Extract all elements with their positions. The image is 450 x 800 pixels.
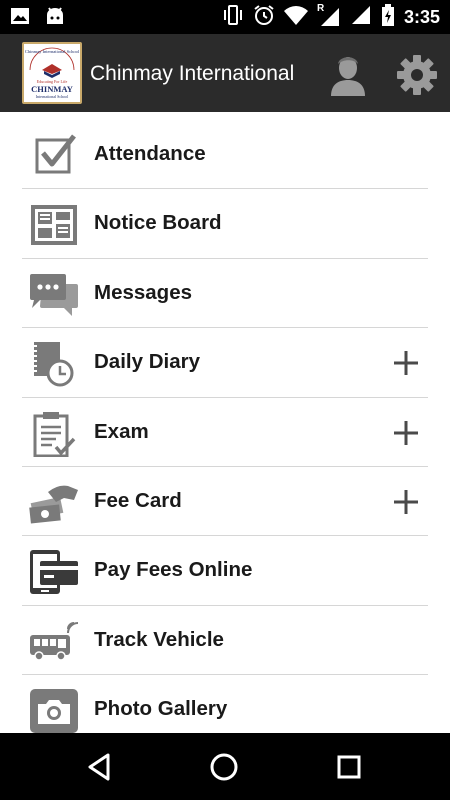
navigation-bar	[0, 733, 450, 800]
image-icon	[10, 6, 30, 31]
menu-item-label: Messages	[94, 280, 193, 304]
roaming-signal-icon: R	[316, 3, 341, 28]
roaming-indicator: R	[316, 3, 325, 14]
plus-icon	[394, 489, 418, 514]
signal-icon	[350, 4, 372, 31]
cash-hand-icon	[28, 480, 80, 526]
wifi-icon	[283, 5, 308, 30]
menu-item-attendance[interactable]: Attendance	[22, 120, 428, 190]
gear-icon	[397, 55, 437, 95]
menu-item-label: Fee Card	[94, 488, 182, 512]
user-profile-icon	[331, 57, 365, 96]
settings-button[interactable]	[392, 50, 442, 100]
menu-item-notice-board[interactable]: Notice Board	[22, 189, 428, 259]
app-bar: Chinmay International School Educating F…	[0, 34, 450, 112]
back-triangle-icon	[88, 753, 110, 781]
phone-card-icon	[28, 549, 80, 595]
back-button[interactable]	[82, 749, 118, 785]
menu-item-label: Daily Diary	[94, 350, 200, 374]
menu-item-fee-card[interactable]: Fee Card	[22, 467, 428, 537]
menu-item-label: Attendance	[94, 142, 206, 165]
menu-item-label: Exam	[94, 419, 149, 443]
expand-exam-button[interactable]	[392, 419, 420, 447]
expand-daily-diary-button[interactable]	[392, 349, 420, 377]
expand-fee-card-button[interactable]	[392, 488, 420, 516]
battery-charging-icon	[381, 3, 395, 31]
menu-item-track-vehicle[interactable]: Track Vehicle	[22, 606, 428, 676]
menu-item-messages[interactable]: Messages	[22, 259, 428, 329]
status-bar-right: R 3:35	[222, 3, 440, 31]
bus-signal-icon	[28, 619, 80, 665]
svg-text:International School: International School	[36, 94, 69, 99]
diary-clock-icon	[28, 341, 80, 387]
status-bar-left	[10, 6, 66, 31]
recents-square-icon	[337, 755, 361, 779]
school-logo-graphic: Chinmay International School Educating F…	[25, 47, 80, 99]
menu-item-pay-fees-online[interactable]: Pay Fees Online	[22, 536, 428, 606]
main-menu: Attendance Notice Board Messages Daily D…	[22, 120, 428, 745]
menu-item-label: Photo Gallery	[94, 697, 228, 721]
profile-button[interactable]	[323, 50, 373, 100]
status-bar: R 3:35	[0, 0, 450, 34]
menu-item-label: Pay Fees Online	[94, 558, 253, 582]
menu-item-label: Notice Board	[94, 211, 222, 235]
recents-button[interactable]	[331, 749, 367, 785]
checkbox-icon	[28, 133, 80, 179]
camera-icon	[28, 688, 80, 734]
notice-board-icon	[28, 202, 80, 248]
plus-icon	[394, 351, 418, 376]
menu-item-daily-diary[interactable]: Daily Diary	[22, 328, 428, 398]
android-icon	[44, 6, 66, 31]
app-title: Chinmay International	[90, 62, 295, 85]
clipboard-check-icon	[28, 411, 80, 458]
chat-bubbles-icon	[28, 272, 80, 318]
home-button[interactable]	[206, 749, 242, 785]
menu-item-label: Track Vehicle	[94, 627, 224, 651]
svg-text:Chinmay International School: Chinmay International School	[25, 49, 80, 54]
menu-item-exam[interactable]: Exam	[22, 398, 428, 467]
vibrate-icon	[222, 4, 244, 31]
plus-icon	[394, 420, 418, 445]
alarm-icon	[253, 4, 275, 31]
status-time: 3:35	[403, 6, 440, 27]
home-circle-icon	[210, 753, 238, 781]
school-logo: Chinmay International School Educating F…	[22, 42, 82, 104]
svg-text:CHINMAY: CHINMAY	[31, 84, 73, 94]
